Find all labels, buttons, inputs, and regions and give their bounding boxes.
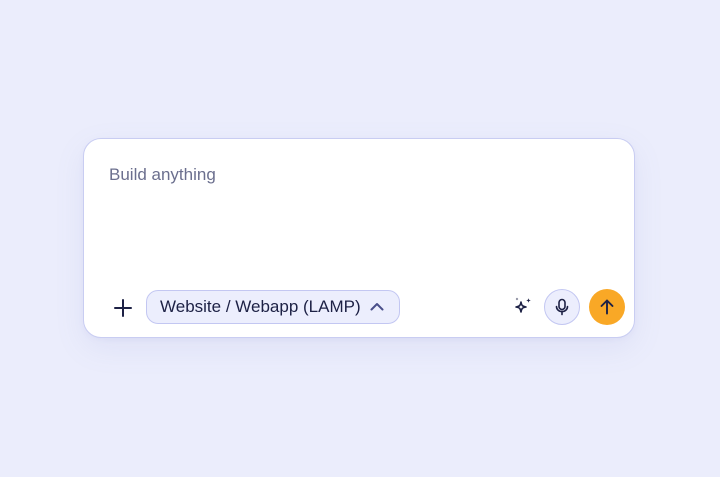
send-button[interactable]	[589, 289, 625, 325]
enhance-prompt-button[interactable]	[511, 295, 535, 319]
composer-toolbar: Website / Webapp (LAMP)	[84, 289, 634, 327]
voice-input-button[interactable]	[544, 289, 580, 325]
add-attachment-button[interactable]	[110, 295, 136, 321]
prompt-composer: Website / Webapp (LAMP)	[83, 138, 635, 338]
project-type-label: Website / Webapp (LAMP)	[160, 297, 361, 316]
sparkle-icon	[515, 297, 531, 313]
plus-icon	[114, 299, 132, 317]
project-type-selector[interactable]: Website / Webapp (LAMP)	[146, 290, 400, 324]
arrow-up-icon	[600, 299, 614, 315]
chevron-up-icon	[369, 299, 385, 315]
prompt-input[interactable]	[109, 165, 609, 285]
microphone-icon	[555, 298, 569, 316]
